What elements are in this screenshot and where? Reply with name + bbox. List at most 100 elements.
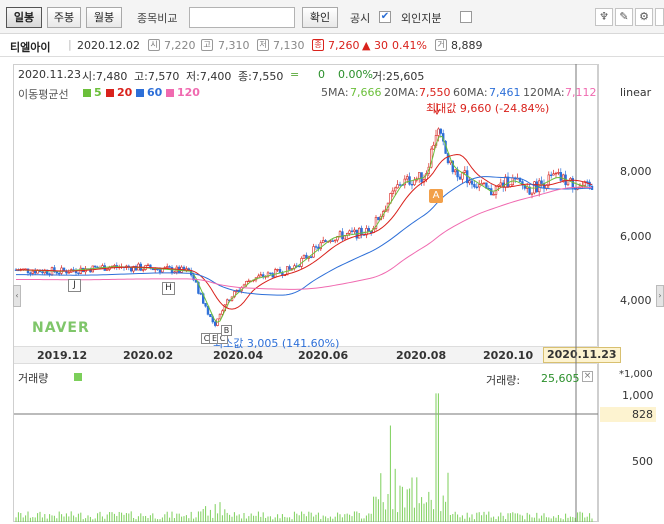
candle-body — [67, 272, 71, 274]
candle-body — [417, 172, 421, 179]
candle-body — [166, 266, 169, 268]
candle-body — [333, 239, 337, 242]
candle-body — [456, 169, 459, 178]
candle-body — [557, 172, 560, 174]
candle-body — [158, 269, 162, 273]
event-marker-b[interactable]: B — [221, 325, 232, 336]
candle-body — [391, 190, 394, 194]
candle-body — [393, 187, 397, 192]
candle-body — [204, 303, 207, 307]
candle-body — [257, 275, 260, 278]
volume-close-icon[interactable]: × — [582, 371, 593, 382]
min-annotation: 최소값 3,005 (141.60%) — [213, 337, 340, 350]
candle-body — [533, 181, 536, 194]
candle-body — [499, 182, 502, 186]
volume-tick-1000: 1,000 — [622, 389, 654, 402]
candle-body — [437, 128, 440, 136]
price-chart-svg — [14, 64, 598, 522]
candle-body — [312, 246, 315, 258]
candle-body — [449, 160, 452, 164]
candle-body — [348, 230, 351, 234]
candle-body — [146, 264, 150, 267]
candle-body — [33, 270, 37, 274]
candle-body — [420, 172, 423, 183]
volume-bars-layer — [15, 393, 593, 522]
candle-body — [350, 230, 354, 232]
ma-lines-layer — [15, 135, 593, 323]
ma5-line — [15, 135, 593, 323]
candle-body — [482, 182, 486, 184]
candle-body — [549, 174, 553, 177]
candle-body — [29, 272, 32, 274]
event-marker-j[interactable]: J — [68, 279, 81, 292]
candle-body — [554, 172, 558, 175]
candle-body — [545, 184, 548, 189]
candle-body — [367, 228, 370, 232]
ma120-line — [15, 186, 593, 290]
candle-body — [470, 180, 474, 185]
candle-body — [94, 265, 97, 268]
candle-body — [477, 184, 481, 188]
candle-body — [475, 186, 478, 189]
candle-body — [353, 229, 356, 232]
candle-body — [218, 313, 222, 320]
candle-body — [458, 176, 462, 180]
candle-body — [259, 274, 262, 277]
candle-body — [432, 145, 435, 150]
volume-multiplier: *1,000 — [619, 369, 653, 380]
candle-body — [31, 270, 34, 274]
candle-body — [506, 176, 510, 188]
candle-body — [492, 194, 495, 196]
candle-body — [405, 176, 409, 180]
candle-body — [341, 231, 344, 240]
candle-body — [489, 188, 493, 196]
candle-body — [154, 268, 157, 271]
candle-body — [439, 128, 442, 134]
candle-body — [41, 271, 44, 274]
candle-body — [324, 240, 327, 243]
candle-body — [276, 269, 279, 271]
event-badge-a[interactable]: A — [429, 189, 443, 203]
candle-body — [142, 269, 145, 271]
candle-body — [288, 266, 291, 270]
candle-body — [62, 267, 66, 271]
candle-body — [561, 174, 565, 181]
candle-body — [463, 170, 466, 173]
candle-body — [168, 266, 171, 268]
volume-current: 828 — [600, 407, 656, 422]
candle-body — [410, 184, 414, 186]
candle-body — [321, 240, 325, 244]
candle-body — [331, 240, 334, 242]
candles-layer — [14, 127, 594, 328]
candle-body — [209, 314, 212, 318]
candle-body — [338, 231, 342, 237]
event-marker-h[interactable]: H — [162, 282, 175, 295]
candle-body — [473, 184, 476, 188]
ma60-line — [15, 176, 593, 296]
candle-body — [547, 174, 551, 186]
candle-body — [269, 272, 272, 274]
candle-body — [302, 254, 306, 259]
candle-body — [559, 172, 563, 181]
volume-legend-value: 25,605 — [541, 372, 580, 385]
candle-body — [57, 272, 61, 275]
candle-body — [309, 256, 313, 258]
volume-legend-swatch — [74, 373, 82, 381]
candle-body — [199, 293, 202, 295]
candle-body — [247, 280, 250, 283]
volume-tick-500: 500 — [632, 455, 653, 468]
candle-body — [552, 173, 555, 176]
candle-body — [214, 321, 217, 326]
candle-body — [314, 246, 318, 248]
candle-body — [453, 169, 457, 173]
candle-body — [504, 176, 507, 188]
volume-legend-label: 거래량: — [486, 374, 521, 387]
max-annotation: 최대값 9,660 (-24.84%) — [426, 102, 550, 115]
candle-body — [413, 179, 416, 186]
candle-body — [408, 176, 411, 185]
candle-body — [273, 269, 277, 278]
candle-body — [360, 227, 363, 235]
candle-body — [540, 180, 543, 184]
candle-body — [377, 217, 380, 221]
candle-body — [77, 272, 80, 274]
